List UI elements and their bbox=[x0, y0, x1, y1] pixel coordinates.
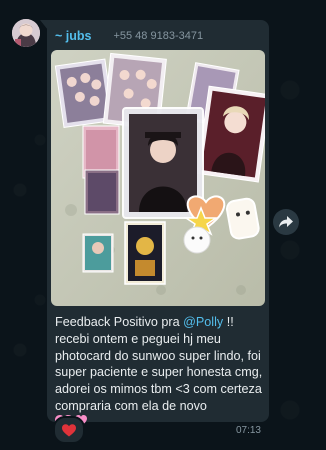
message-text-part-2: !! recebi ontem e peguei hj meu photocar… bbox=[55, 315, 263, 413]
forward-button[interactable] bbox=[273, 209, 299, 235]
sender-name[interactable]: ~ jubs bbox=[55, 29, 91, 43]
mention-link[interactable]: @Polly bbox=[183, 315, 223, 329]
attached-photo[interactable] bbox=[51, 50, 265, 306]
avatar-image bbox=[12, 19, 40, 47]
sender-phone[interactable]: +55 48 9183-3471 bbox=[113, 30, 203, 42]
forward-share-icon bbox=[279, 216, 293, 228]
message-timestamp: 07:13 bbox=[235, 425, 261, 436]
reaction-badge[interactable] bbox=[53, 416, 85, 444]
photo-image bbox=[51, 50, 265, 306]
red-heart-icon bbox=[62, 423, 76, 436]
message-bubble[interactable]: ~ jubs +55 48 9183-3471 Feedback Positiv… bbox=[47, 20, 269, 436]
message-text-part-1: Feedback Positivo pra bbox=[55, 315, 184, 329]
message-header: ~ jubs +55 48 9183-3471 bbox=[55, 28, 261, 44]
sender-avatar[interactable] bbox=[12, 19, 40, 47]
message-text: Feedback Positivo pra @Polly !! recebi o… bbox=[55, 314, 265, 415]
